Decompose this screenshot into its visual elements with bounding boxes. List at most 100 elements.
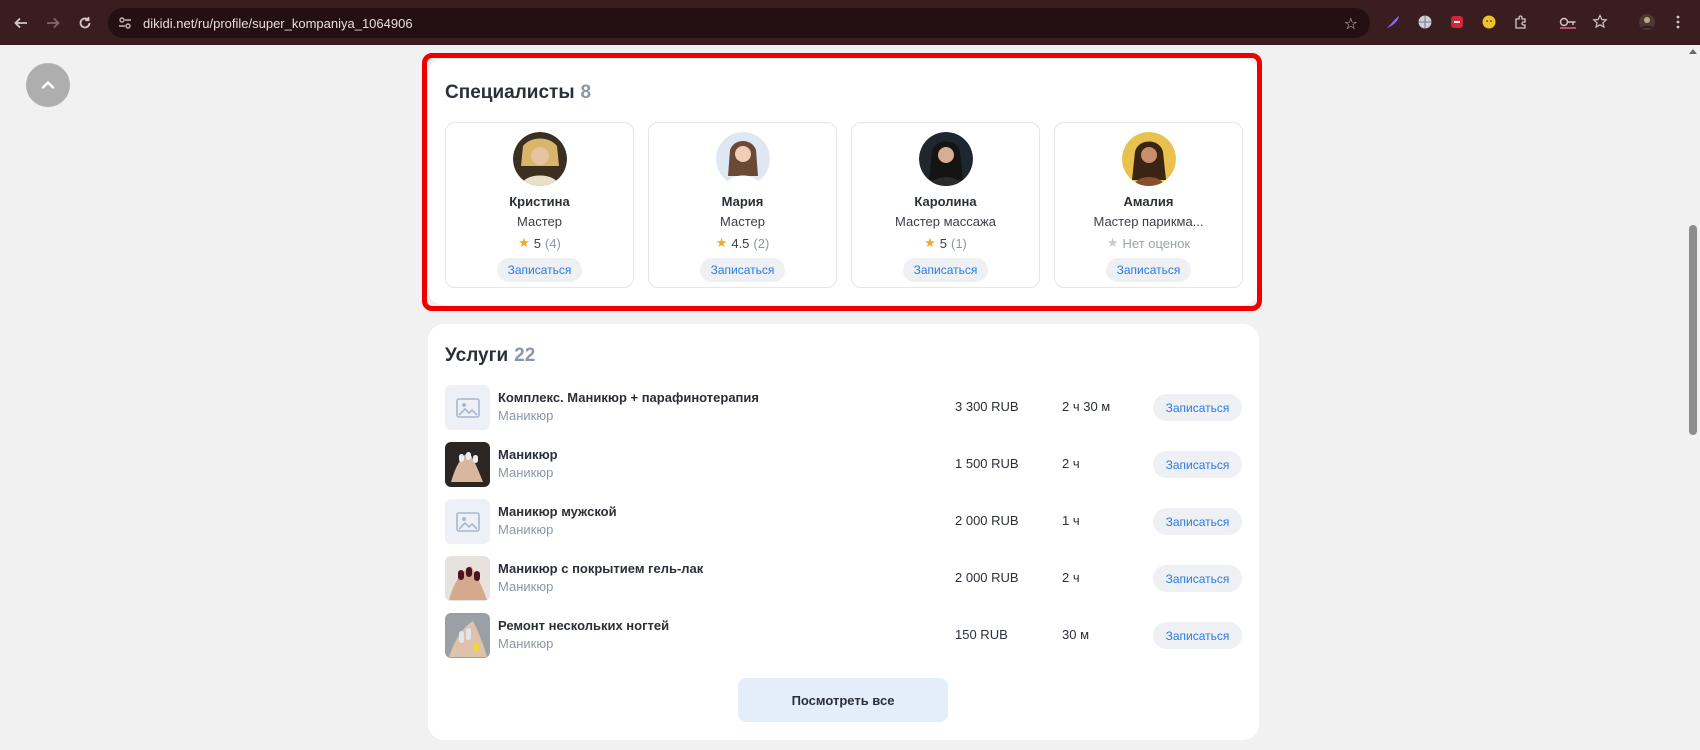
- specialist-card[interactable]: Мария Мастер ★ 4.5 (2) Записаться: [648, 122, 837, 288]
- book-button[interactable]: Записаться: [1153, 622, 1242, 649]
- scroll-to-top-button[interactable]: [26, 63, 70, 107]
- password-key-icon[interactable]: [1558, 12, 1578, 32]
- specialists-section: Специалисты 8 Кристина Мастер ★ 5 (4) Зап…: [428, 59, 1259, 305]
- services-section: Услуги 22 Комплекс. Маникюр + парафинотер…: [428, 324, 1259, 740]
- reload-icon: [79, 16, 91, 28]
- book-button[interactable]: Записаться: [1153, 565, 1242, 592]
- rating-count: (1): [951, 235, 967, 251]
- page-scrollbar[interactable]: [1686, 45, 1700, 750]
- puzzle-icon[interactable]: [1511, 12, 1531, 32]
- specialist-card[interactable]: Амалия Мастер парикма... ★ Нет оценок За…: [1054, 122, 1243, 288]
- star-icon[interactable]: ☆: [1344, 14, 1358, 34]
- scroll-up-arrow-icon[interactable]: [1689, 49, 1697, 54]
- service-image: [445, 613, 490, 658]
- service-category: Маникюр: [498, 465, 554, 480]
- avatar[interactable]: [1121, 132, 1176, 186]
- tune-icon[interactable]: [117, 15, 133, 31]
- specialist-role: Мастер: [720, 214, 765, 229]
- service-image: [445, 556, 490, 601]
- book-button[interactable]: Записаться: [1153, 451, 1242, 478]
- back-button[interactable]: [10, 12, 32, 34]
- service-category: Маникюр: [498, 636, 554, 651]
- service-row[interactable]: Маникюр мужской Маникюр 2 000 RUB 1 ч За…: [445, 499, 1242, 545]
- service-price: 2 000 RUB: [955, 570, 1019, 585]
- service-price: 2 000 RUB: [955, 513, 1019, 528]
- service-duration: 30 м: [1062, 627, 1090, 642]
- specialist-rating: ★ 5 (1): [924, 235, 967, 251]
- rating-value: 5: [939, 235, 947, 251]
- rating-count: (4): [545, 235, 561, 251]
- service-name[interactable]: Маникюр: [498, 447, 558, 462]
- red-extension-icon[interactable]: [1447, 12, 1467, 32]
- star-icon: ★: [1106, 235, 1119, 250]
- service-name[interactable]: Ремонт нескольких ногтей: [498, 618, 669, 633]
- service-price: 1 500 RUB: [955, 456, 1019, 471]
- specialist-name[interactable]: Амалия: [1124, 194, 1174, 209]
- specialist-card[interactable]: Кристина Мастер ★ 5 (4) Записаться: [445, 122, 634, 288]
- avatar[interactable]: [918, 132, 973, 186]
- more-menu-icon[interactable]: [1668, 12, 1688, 32]
- book-button[interactable]: Записаться: [1153, 508, 1242, 535]
- book-button[interactable]: Записаться: [699, 258, 786, 282]
- specialist-name[interactable]: Каролина: [914, 194, 976, 209]
- address-bar[interactable]: dikidi.net/ru/profile/super_kompaniya_10…: [108, 8, 1370, 38]
- rating-value: Нет оценок: [1122, 235, 1191, 251]
- service-price: 3 300 RUB: [955, 399, 1019, 414]
- specialist-card[interactable]: Каролина Мастер массажа ★ 5 (1) Записать…: [851, 122, 1040, 288]
- service-row[interactable]: Комплекс. Маникюр + парафинотерапия Мани…: [445, 385, 1242, 431]
- rating-count: (2): [753, 235, 770, 251]
- image-placeholder-icon: [445, 499, 490, 544]
- service-category: Маникюр: [498, 522, 554, 537]
- star-icon: ★: [715, 235, 728, 250]
- bookmarks-icon[interactable]: [1590, 12, 1610, 32]
- service-name[interactable]: Маникюр мужской: [498, 504, 617, 519]
- services-count: 22: [514, 345, 536, 366]
- rating-value: 5: [533, 235, 541, 251]
- star-icon: ★: [924, 235, 936, 250]
- specialists-title-text: Специалисты: [445, 82, 575, 103]
- service-row[interactable]: Ремонт нескольких ногтей Маникюр 150 RUB…: [445, 613, 1242, 659]
- specialist-role: Мастер: [517, 214, 562, 229]
- service-category: Маникюр: [498, 408, 554, 423]
- services-title-text: Услуги: [445, 345, 509, 366]
- forward-button[interactable]: [42, 12, 64, 34]
- service-name[interactable]: Маникюр с покрытием гель-лак: [498, 561, 703, 576]
- service-name[interactable]: Комплекс. Маникюр + парафинотерапия: [498, 390, 759, 405]
- browser-toolbar: dikidi.net/ru/profile/super_kompaniya_10…: [0, 0, 1700, 45]
- avatar[interactable]: [512, 132, 567, 186]
- service-duration: 2 ч: [1062, 456, 1080, 471]
- smiley-extension-icon[interactable]: [1479, 12, 1499, 32]
- scrollbar-thumb[interactable]: [1689, 225, 1697, 435]
- profile-avatar[interactable]: [1637, 12, 1657, 32]
- service-price: 150 RUB: [955, 627, 1008, 642]
- book-button[interactable]: Записаться: [496, 258, 583, 282]
- service-row[interactable]: Маникюр с покрытием гель-лак Маникюр 2 0…: [445, 556, 1242, 602]
- feather-extension-icon[interactable]: [1383, 12, 1403, 32]
- globe-extension-icon[interactable]: [1415, 12, 1435, 32]
- book-button[interactable]: Записаться: [902, 258, 989, 282]
- service-image: [445, 442, 490, 487]
- image-placeholder-icon: [445, 385, 490, 430]
- rating-value: 4.5: [731, 235, 750, 251]
- specialists-title: Специалисты 8: [445, 82, 591, 104]
- book-button[interactable]: Записаться: [1105, 258, 1192, 282]
- specialist-name[interactable]: Мария: [722, 194, 764, 209]
- specialist-rating: ★ Нет оценок: [1107, 235, 1190, 251]
- url-text[interactable]: dikidi.net/ru/profile/super_kompaniya_10…: [143, 16, 413, 31]
- reload-button[interactable]: [74, 12, 96, 34]
- specialist-name[interactable]: Кристина: [509, 194, 570, 209]
- service-category: Маникюр: [498, 579, 554, 594]
- specialist-role: Мастер парикма...: [1093, 214, 1204, 229]
- specialists-count: 8: [580, 82, 592, 103]
- arrow-left-icon: [14, 17, 27, 28]
- view-all-button[interactable]: Посмотреть все: [738, 678, 948, 722]
- avatar[interactable]: [715, 132, 770, 186]
- service-duration: 2 ч: [1062, 570, 1080, 585]
- chevron-up-icon: [41, 81, 55, 89]
- service-row[interactable]: Маникюр Маникюр 1 500 RUB 2 ч Записаться: [445, 442, 1242, 488]
- specialist-rating: ★ 5 (4): [518, 235, 561, 251]
- arrow-right-icon: [47, 17, 60, 28]
- star-icon: ★: [518, 235, 530, 250]
- specialist-rating: ★ 4.5 (2): [716, 235, 770, 251]
- book-button[interactable]: Записаться: [1153, 394, 1242, 421]
